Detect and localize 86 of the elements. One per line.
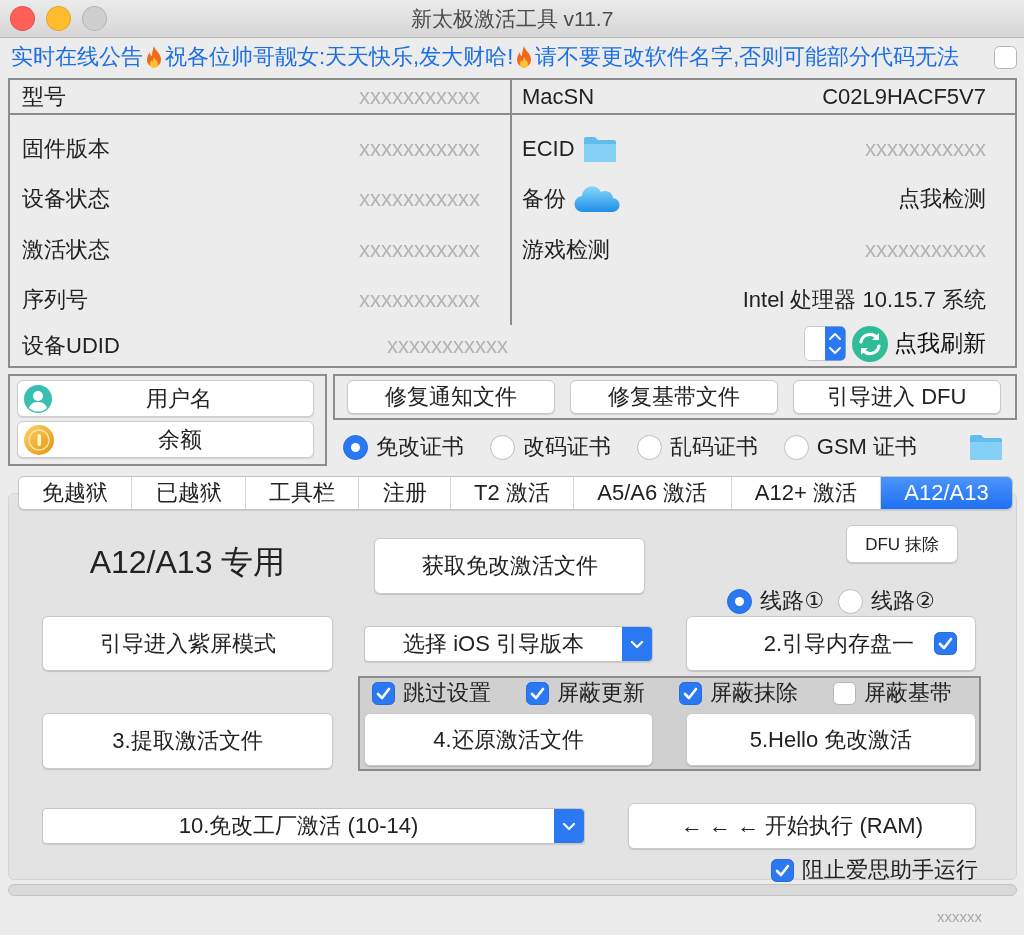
tab[interactable]: 免越狱 bbox=[19, 477, 132, 509]
ios-version-select[interactable]: 选择 iOS 引导版本 bbox=[364, 625, 653, 662]
checkbox-label[interactable]: 屏蔽更新 bbox=[556, 678, 645, 708]
get-file-button[interactable]: 获取免改激活文件 bbox=[374, 538, 645, 594]
user-icon bbox=[24, 384, 52, 413]
restore-button[interactable]: 4.还原激活文件 bbox=[364, 713, 653, 766]
boot-mode-button[interactable]: 引导进入紫屏模式 bbox=[42, 616, 333, 671]
fire-icon bbox=[144, 45, 164, 69]
radio-label[interactable]: 改码证书 bbox=[522, 432, 611, 462]
tab[interactable]: T2 激活 bbox=[449, 477, 574, 509]
checkbox[interactable] bbox=[934, 632, 957, 655]
hello-button[interactable]: 5.Hello 免改激活 bbox=[686, 713, 976, 766]
cloud-icon bbox=[574, 185, 620, 213]
radio-button[interactable] bbox=[783, 434, 809, 460]
mode-select[interactable]: 10.免改工厂激活 (10-14) bbox=[42, 808, 585, 844]
folder-icon bbox=[582, 136, 617, 162]
info-label: 固件版本 bbox=[22, 135, 110, 163]
info-label: ECID bbox=[522, 136, 575, 162]
info-label: 设备状态 bbox=[22, 185, 110, 213]
folder-icon bbox=[969, 434, 1003, 460]
tab[interactable]: 工具栏 bbox=[244, 477, 359, 509]
radio-label[interactable]: 线路② bbox=[871, 586, 935, 616]
account-button[interactable]: 余额 bbox=[17, 421, 314, 458]
minimize-window-button[interactable] bbox=[46, 6, 71, 31]
radio-button[interactable] bbox=[489, 434, 515, 460]
announcement-text: 请不要更改软件名字,否则可能部分代码无法 bbox=[535, 43, 960, 71]
info-label: 激活状态 bbox=[22, 235, 110, 264]
info-label: MacSN bbox=[522, 83, 595, 110]
radio-label[interactable]: GSM 证书 bbox=[816, 432, 917, 462]
info-value: 点我检测 bbox=[898, 185, 986, 213]
radio-button[interactable] bbox=[838, 588, 863, 614]
radio-button[interactable] bbox=[727, 588, 753, 614]
checkbox-label[interactable]: 阻止爱思助手运行 bbox=[802, 855, 978, 885]
close-window-button[interactable] bbox=[10, 6, 35, 31]
info-label: 游戏检测 bbox=[522, 235, 610, 264]
repair-button[interactable]: 修复基带文件 bbox=[569, 380, 778, 414]
info-value: xxxxxxxxxxx bbox=[359, 136, 480, 162]
checkbox-label[interactable]: 屏蔽基带 bbox=[863, 678, 952, 708]
info-value: xxxxxxxxxxx bbox=[359, 287, 480, 313]
checkbox-label[interactable]: 屏蔽抹除 bbox=[710, 678, 799, 708]
tab[interactable]: A12/A13 bbox=[880, 477, 1012, 509]
info-value: xxxxxxxxxxx bbox=[359, 83, 480, 110]
checkbox[interactable] bbox=[771, 858, 794, 882]
extract-button[interactable]: 3.提取激活文件 bbox=[42, 713, 333, 769]
account-button[interactable]: 用户名 bbox=[17, 380, 314, 417]
checkbox[interactable] bbox=[832, 681, 856, 705]
info-label: 型号 bbox=[22, 82, 66, 111]
info-value: xxxxxxxxxxx bbox=[865, 136, 986, 162]
dfu-erase-button[interactable]: DFU 抹除 bbox=[846, 525, 958, 563]
announcement-text: 祝各位帅哥靓女:天天快乐,发大财哈! bbox=[165, 43, 514, 71]
announcement-text: 实时在线公告 bbox=[11, 43, 143, 71]
radio-label[interactable]: 乱码证书 bbox=[669, 432, 758, 462]
info-value: xxxxxxxxxxx bbox=[359, 186, 480, 212]
repair-button[interactable]: 引导进入 DFU bbox=[792, 380, 1001, 414]
coin-icon bbox=[24, 424, 54, 455]
chevron-down-icon bbox=[622, 626, 652, 661]
tab[interactable]: 已越狱 bbox=[131, 477, 245, 509]
info-value: C02L9HACF5V7 bbox=[822, 83, 986, 110]
info-value: xxxxxxxxxxx bbox=[359, 236, 480, 263]
checkbox[interactable] bbox=[994, 45, 1017, 69]
window-title: 新太极激活工具 v11.7 bbox=[409, 5, 615, 32]
checkbox[interactable] bbox=[525, 681, 549, 705]
start-button[interactable]: ← ← ← 开始执行 (RAM) bbox=[628, 803, 976, 849]
refresh-icon[interactable] bbox=[852, 325, 888, 362]
info-value: xxxxxxxxxxx bbox=[387, 332, 508, 359]
chevron-down-icon bbox=[554, 809, 584, 843]
checkbox[interactable] bbox=[679, 681, 703, 705]
repair-button[interactable]: 修复通知文件 bbox=[346, 380, 555, 414]
refresh-link[interactable]: 点我刷新 bbox=[894, 328, 986, 359]
ramdisk-button[interactable]: 2.引导内存盘一 bbox=[686, 616, 976, 671]
radio-label[interactable]: 线路① bbox=[760, 586, 824, 616]
tab[interactable]: 注册 bbox=[358, 477, 450, 509]
checkbox-label[interactable]: 跳过设置 bbox=[403, 678, 491, 708]
radio-button[interactable] bbox=[342, 434, 368, 460]
info-value: xxxxxxxxxxx bbox=[865, 236, 986, 263]
info-label: 设备UDID bbox=[22, 331, 120, 360]
radio-button[interactable] bbox=[636, 434, 662, 460]
radio-label[interactable]: 免改证书 bbox=[375, 432, 464, 462]
checkbox[interactable] bbox=[372, 681, 395, 705]
status-text: xxxxxx bbox=[937, 908, 982, 925]
info-label: 备份 bbox=[522, 185, 566, 213]
stepper-button[interactable] bbox=[804, 326, 846, 361]
info-value: Intel 处理器 10.15.7 系统 bbox=[742, 286, 986, 314]
info-label: 序列号 bbox=[22, 286, 88, 314]
section-title: A12/A13 专用 bbox=[89, 543, 286, 582]
tab[interactable]: A5/A6 激活 bbox=[573, 477, 731, 509]
